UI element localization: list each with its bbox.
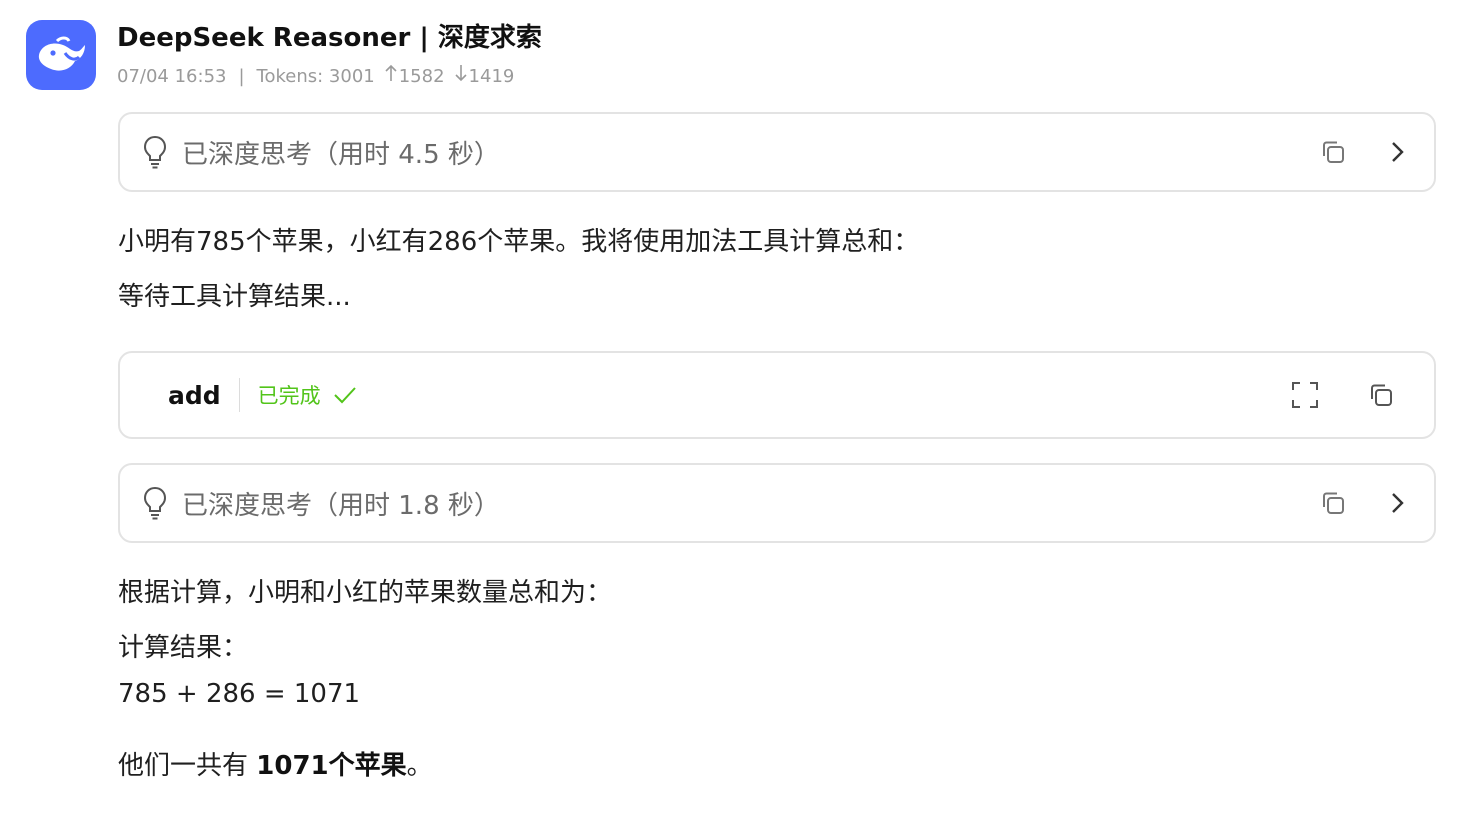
message-text: 等待工具计算结果... <box>118 282 351 312</box>
thinking-label: 已深度思考（用时 4.5 秒） <box>182 139 500 170</box>
model-title: DeepSeek Reasoner | 深度求索 <box>117 23 542 53</box>
final-bold: 1071个苹果 <box>256 751 407 781</box>
calculation-result: 785 + 286 = 1071 <box>118 679 361 709</box>
bulb-icon <box>142 486 168 520</box>
divider <box>238 378 240 412</box>
copy-icon[interactable] <box>1316 135 1350 169</box>
copy-icon[interactable] <box>1364 378 1398 412</box>
token-count: Tokens: 3001 <box>256 65 375 87</box>
deepseek-logo-icon <box>26 20 96 90</box>
meta-separator: | <box>238 65 245 87</box>
copy-icon[interactable] <box>1316 486 1350 520</box>
thinking-label: 已深度思考（用时 1.8 秒） <box>182 490 500 521</box>
chevron-right-icon[interactable] <box>1380 135 1414 169</box>
message-text: 根据计算，小明和小红的苹果数量总和为： <box>118 578 613 608</box>
expand-icon[interactable] <box>1288 378 1322 412</box>
tokens-down: 1419 <box>468 65 515 87</box>
tokens-up: 1582 <box>398 65 445 87</box>
tool-name: add <box>168 380 221 410</box>
chat-message: DeepSeek Reasoner | 深度求索 07/04 16:53 | T… <box>0 0 1481 817</box>
check-icon <box>333 385 357 405</box>
arrow-down-icon <box>454 64 467 89</box>
bulb-icon <box>142 135 168 169</box>
final-answer: 他们一共有 1071个苹果。 <box>118 748 433 784</box>
tool-call-card[interactable]: add 已完成 <box>118 351 1436 439</box>
thinking-block[interactable]: 已深度思考（用时 1.8 秒） <box>118 463 1436 543</box>
final-prefix: 他们一共有 <box>118 751 257 781</box>
message-text: 小明有785个苹果，小红有286个苹果。我将使用加法工具计算总和： <box>118 227 920 257</box>
message-meta: 07/04 16:53 | Tokens: 3001 1582 1419 <box>117 64 542 89</box>
tool-status: 已完成 <box>257 384 321 408</box>
arrow-up-icon <box>385 64 397 89</box>
timestamp: 07/04 16:53 <box>117 65 227 87</box>
chevron-right-icon[interactable] <box>1380 486 1414 520</box>
thinking-block[interactable]: 已深度思考（用时 4.5 秒） <box>118 112 1436 192</box>
message-header: DeepSeek Reasoner | 深度求索 07/04 16:53 | T… <box>117 20 542 89</box>
final-suffix: 。 <box>406 751 433 781</box>
message-text: 计算结果： <box>118 633 249 663</box>
